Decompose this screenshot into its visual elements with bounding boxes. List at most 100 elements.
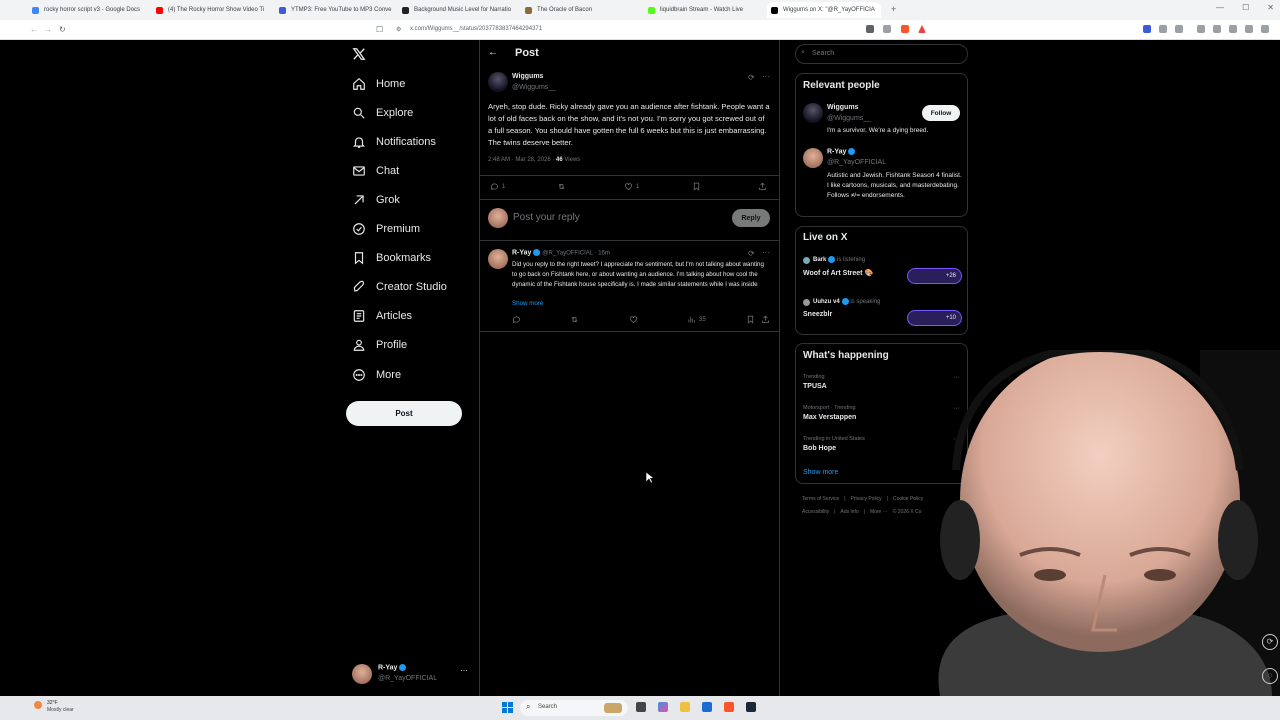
repost-action[interactable] (557, 182, 566, 191)
url-field[interactable]: x.com/Wiggums__/status/20377838374642943… (410, 26, 542, 32)
nav-item-explore[interactable]: Explore (352, 101, 413, 125)
browser-tab[interactable]: The Oracle of Bacon (521, 2, 639, 18)
taskbar-search[interactable]: ⌕ Search (520, 700, 628, 716)
show-more-link[interactable]: Show more (512, 300, 543, 307)
rewards-icon[interactable] (918, 25, 926, 33)
nav-item-premium[interactable]: Premium (352, 217, 420, 241)
start-icon[interactable] (502, 702, 513, 713)
post-button[interactable]: Post (346, 401, 462, 426)
file-explorer-icon[interactable] (680, 702, 690, 712)
share-icon[interactable] (883, 25, 891, 33)
tweet-author[interactable]: Wiggums (512, 73, 543, 80)
share-action[interactable] (761, 315, 770, 324)
bookmark-action[interactable] (746, 315, 755, 324)
nav-item-more[interactable]: More (352, 363, 401, 387)
avatar[interactable] (803, 103, 823, 123)
bookmark-action[interactable] (692, 182, 701, 191)
nav-item-bookmarks[interactable]: Bookmarks (352, 246, 431, 270)
brave-shield-icon[interactable] (901, 25, 909, 33)
search-box[interactable]: ⌕ Search (795, 44, 968, 64)
reply-button[interactable]: Reply (732, 209, 770, 227)
more-icon[interactable]: ··· (762, 72, 770, 81)
browser-tab[interactable]: (4) The Rocky Horror Show Video Ti (152, 2, 270, 18)
favicon-icon (279, 6, 286, 14)
weather-desc[interactable]: Mostly clear (47, 707, 74, 713)
reply-author[interactable]: R-Yay (512, 249, 531, 256)
person-handle[interactable]: @Wiggums__ (827, 115, 871, 122)
browser-tab[interactable]: Background Music Level for Narratio (398, 2, 516, 18)
browser-tab[interactable]: liquidbrain Stream - Watch Live (644, 2, 762, 18)
nav-item-label: Creator Studio (376, 281, 447, 293)
reply-action[interactable] (512, 315, 521, 324)
grok-float-icon[interactable]: ⟳ (1262, 634, 1278, 650)
like-action[interactable] (629, 315, 638, 324)
show-more-link[interactable]: Show more (803, 469, 838, 476)
more-icon[interactable]: ··· (460, 666, 468, 675)
person-handle[interactable]: @R_YayOFFICIAL (827, 159, 886, 166)
copilot-icon[interactable] (658, 702, 668, 712)
search-icon: ⌕ (526, 702, 531, 711)
extension-icon[interactable] (1213, 25, 1221, 33)
avatar[interactable] (488, 72, 508, 92)
brave-icon[interactable] (724, 702, 734, 712)
x-logo-icon[interactable] (352, 47, 366, 66)
reply-handle[interactable]: @R_YayOFFICIAL · 16m (542, 250, 609, 256)
new-tab-button[interactable]: + (891, 4, 896, 14)
reload-icon[interactable]: ↻ (59, 25, 66, 34)
share-action[interactable] (758, 182, 767, 191)
store-icon[interactable] (702, 702, 712, 712)
weather-icon[interactable] (34, 701, 42, 709)
person-name[interactable]: R-Yay (827, 148, 846, 155)
back-arrow-icon[interactable]: ← (488, 47, 498, 58)
weather-temp[interactable]: 32°F (47, 700, 58, 706)
minimize-icon[interactable]: — (1216, 3, 1224, 12)
nav-item-home[interactable]: Home (352, 72, 405, 96)
grok-icon[interactable]: ⟳ (748, 73, 755, 82)
extension-icon[interactable] (1143, 25, 1151, 33)
nav-item-articles[interactable]: Articles (352, 304, 412, 328)
tweet-handle[interactable]: @Wiggums__ (512, 84, 556, 91)
repost-action[interactable] (570, 315, 579, 324)
more-icon[interactable]: ··· (762, 248, 770, 257)
taskbar-search-input[interactable]: Search (538, 704, 557, 710)
extension-icon[interactable] (1175, 25, 1183, 33)
follow-button[interactable]: Follow (922, 105, 960, 121)
download-icon[interactable] (1197, 25, 1205, 33)
search-input[interactable]: Search (812, 50, 834, 57)
forward-icon[interactable]: → (44, 25, 52, 34)
nav-item-chat[interactable]: Chat (352, 159, 399, 183)
browser-tab[interactable]: rocky horror script v3 - Google Docs (28, 2, 146, 18)
person-name[interactable]: Wiggums (827, 104, 858, 111)
live-space[interactable]: Uuhzu v4 is speaking Sneezblr +10 (803, 298, 963, 328)
steam-icon[interactable] (746, 702, 756, 712)
views-action[interactable]: 35 (687, 315, 706, 324)
account-switcher[interactable]: R-Yay @R_YayOFFICIAL ··· (346, 660, 472, 688)
maximize-icon[interactable]: ☐ (1242, 3, 1249, 12)
reply-input[interactable]: Post your reply (513, 212, 580, 223)
close-window-icon[interactable]: ✕ (1267, 3, 1274, 12)
reply-action[interactable]: 1 (490, 182, 505, 191)
browser-tab[interactable]: YTMP3: Free YouTube to MP3 Conve (275, 2, 393, 18)
favicon-icon (771, 6, 778, 14)
site-info-icon[interactable]: ⚙ (396, 26, 401, 33)
messages-float-icon[interactable]: ◌ (1262, 668, 1278, 684)
extension-icon[interactable] (1159, 25, 1167, 33)
back-icon[interactable]: ← (30, 25, 38, 34)
screen-icon[interactable] (866, 25, 874, 33)
bookmark-page-icon[interactable]: ☐ (376, 25, 383, 34)
nav-item-profile[interactable]: Profile (352, 333, 407, 357)
nav-item-notifications[interactable]: Notifications (352, 130, 436, 154)
nav-item-creator-studio[interactable]: Creator Studio (352, 275, 447, 299)
extension-icon[interactable] (1245, 25, 1253, 33)
extension-icon[interactable] (1229, 25, 1237, 33)
nav-item-grok[interactable]: Grok (352, 188, 400, 212)
avatar[interactable] (488, 249, 508, 269)
grok-icon[interactable]: ⟳ (748, 249, 755, 258)
menu-icon[interactable] (1261, 25, 1269, 33)
live-space[interactable]: Bark is listening Woof of Art Street 🎨 +… (803, 256, 963, 286)
task-view-icon[interactable] (636, 702, 646, 712)
browser-tab[interactable]: Wiggums on X: "@R_YayOFFICIA✕ (767, 2, 881, 18)
like-action[interactable]: 1 (624, 182, 639, 191)
avatar[interactable] (803, 148, 823, 168)
favicon-icon (156, 6, 163, 14)
